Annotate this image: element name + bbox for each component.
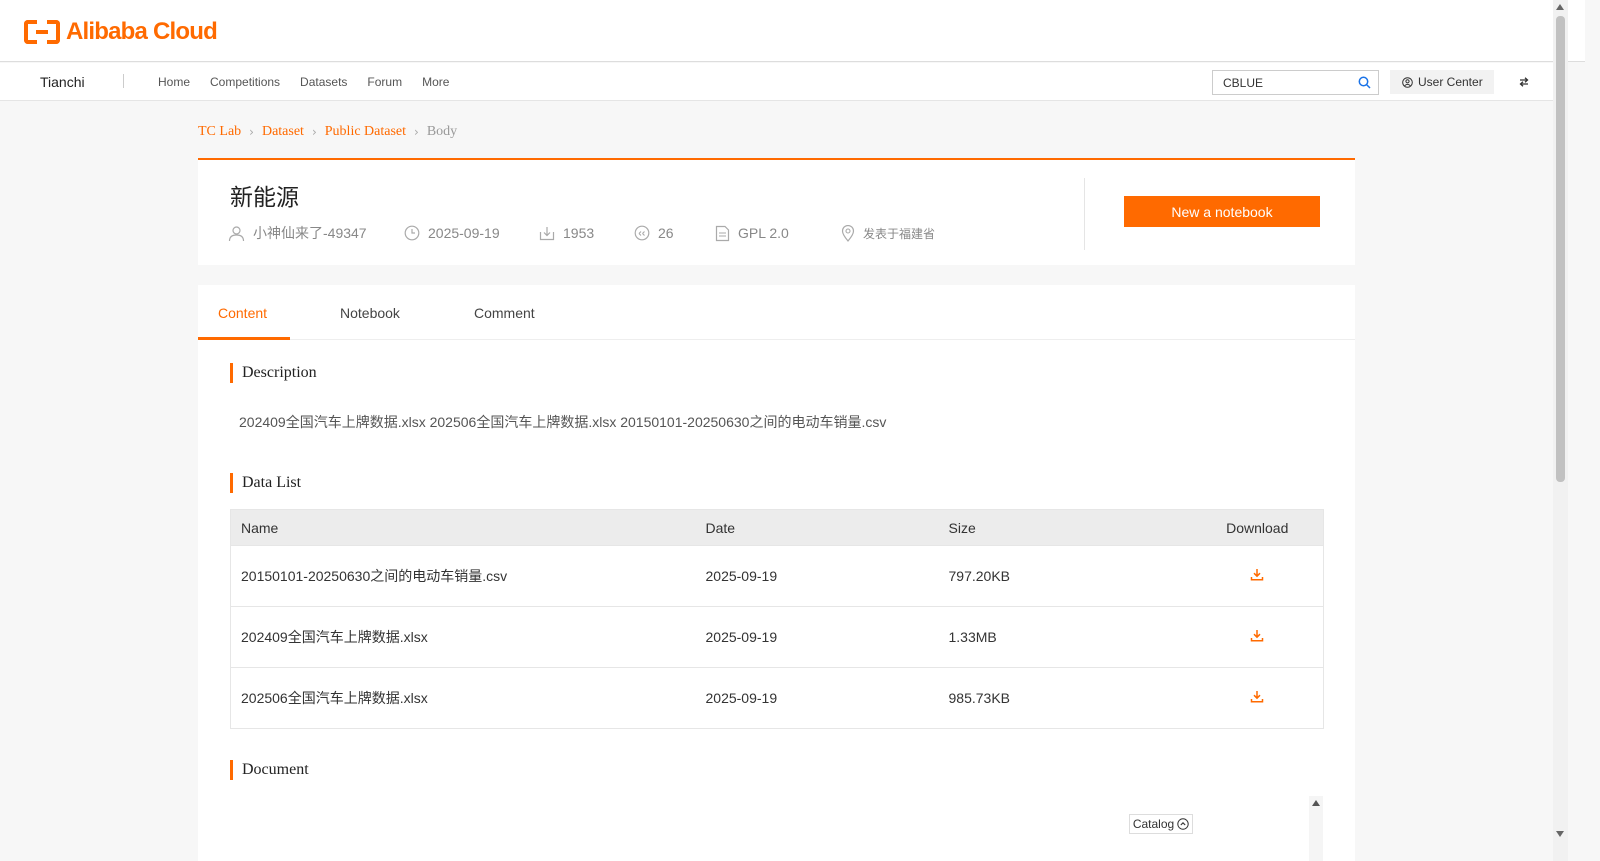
table-header-row: Name Date Size Download — [230, 509, 1324, 546]
download-cell — [1191, 606, 1324, 668]
chevron-right-icon: › — [311, 125, 317, 139]
new-notebook-button[interactable]: New a notebook — [1124, 196, 1320, 227]
column-header-size: Size — [948, 509, 1192, 546]
meta-author: 小神仙来了-49347 — [228, 223, 404, 243]
location-text: 发表于福建省 — [863, 226, 936, 241]
license-name[interactable]: GPL 2.0 — [738, 225, 789, 241]
meta-license: GPL 2.0 — [715, 225, 841, 242]
download-count: 1953 — [563, 225, 595, 241]
meta-date: 2025-09-19 — [404, 225, 539, 241]
file-name: 202506全国汽车上牌数据.xlsx — [230, 667, 706, 729]
scroll-up-arrow[interactable] — [1312, 800, 1320, 806]
column-header-date: Date — [705, 509, 949, 546]
scroll-up-arrow[interactable] — [1556, 4, 1564, 10]
meta-downloads: 1953 — [539, 225, 634, 241]
nav-divider — [123, 74, 124, 88]
breadcrumb-current: Body — [426, 124, 458, 139]
table-row: 202506全国汽车上牌数据.xlsx 2025-09-19 985.73KB — [230, 667, 1324, 729]
alibaba-cloud-logo[interactable]: Alibaba Cloud — [24, 18, 218, 46]
switch-icon[interactable] — [1518, 76, 1530, 88]
tab-notebook[interactable]: Notebook — [340, 305, 400, 321]
tab-comment[interactable]: Comment — [474, 305, 535, 321]
author-name[interactable]: 小神仙来了-49347 — [253, 223, 367, 243]
download-cell — [1191, 667, 1324, 729]
scroll-down-arrow[interactable] — [1556, 831, 1564, 837]
catalog-button[interactable]: Catalog — [1129, 814, 1193, 834]
dataset-meta: 小神仙来了-49347 2025-09-19 1953 26 GPL 2.0 发… — [228, 223, 935, 243]
content-card: Content Notebook Comment Description 202… — [198, 285, 1355, 861]
data-list-heading: Data List — [230, 473, 301, 493]
nav-link-forum[interactable]: Forum — [367, 75, 402, 89]
download-icon[interactable] — [1250, 568, 1264, 581]
nav-brand-tianchi[interactable]: Tianchi — [40, 74, 85, 90]
user-icon — [228, 225, 245, 241]
description-text: 202409全国汽车上牌数据.xlsx 202506全国汽车上牌数据.xlsx … — [239, 414, 887, 430]
breadcrumb-dataset[interactable]: Dataset — [262, 124, 304, 140]
data-list-table: Name Date Size Download 20150101-2025063… — [230, 509, 1324, 729]
chevron-right-icon: › — [414, 125, 419, 139]
meta-location: 发表于福建省 — [841, 224, 936, 242]
nav-link-datasets[interactable]: Datasets — [300, 75, 347, 89]
main-nav: Tianchi Home Competitions Datasets Forum… — [0, 63, 1553, 101]
search-box — [1212, 70, 1379, 95]
file-size: 1.33MB — [948, 606, 1192, 668]
top-header: Alibaba Cloud — [0, 0, 1585, 62]
catalog-label: Catalog — [1132, 817, 1175, 831]
clock-icon — [404, 225, 420, 241]
alibaba-logo-icon — [24, 20, 60, 44]
dataset-title: 新能源 — [230, 184, 299, 210]
download-icon[interactable] — [1250, 629, 1264, 642]
meta-citations: 26 — [634, 225, 715, 241]
scrollbar-thumb[interactable] — [1556, 16, 1565, 482]
citation-count: 26 — [658, 225, 674, 241]
search-icon[interactable] — [1358, 76, 1371, 89]
column-header-name: Name — [230, 509, 706, 546]
download-count-icon — [539, 227, 555, 241]
file-name: 202409全国汽车上牌数据.xlsx — [230, 606, 706, 668]
file-size: 985.73KB — [948, 667, 1192, 729]
breadcrumb: TC Lab › Dataset › Public Dataset › Body — [198, 124, 457, 140]
file-date: 2025-09-19 — [705, 667, 949, 729]
download-cell — [1191, 545, 1324, 607]
page-scrollbar[interactable] — [1553, 0, 1568, 861]
location-icon — [841, 224, 855, 242]
logo-text: Alibaba Cloud — [66, 18, 218, 45]
download-icon[interactable] — [1250, 690, 1264, 703]
breadcrumb-public-dataset[interactable]: Public Dataset — [325, 124, 406, 140]
table-row: 20150101-20250630之间的电动车销量.csv 2025-09-19… — [230, 545, 1324, 607]
nav-link-home[interactable]: Home — [158, 75, 190, 89]
file-date: 2025-09-19 — [705, 606, 949, 668]
document-scrollbar[interactable] — [1309, 796, 1323, 861]
description-heading: Description — [230, 363, 317, 383]
header-divider — [1084, 178, 1085, 250]
publish-date: 2025-09-19 — [428, 225, 500, 241]
user-center-button[interactable]: User Center — [1390, 70, 1494, 94]
cite-icon — [634, 225, 650, 241]
document-heading: Document — [230, 760, 309, 780]
chevron-right-icon: › — [249, 125, 254, 139]
nav-link-competitions[interactable]: Competitions — [210, 75, 280, 89]
content-tabs: Content Notebook Comment — [198, 285, 1355, 340]
nav-links: Home Competitions Datasets Forum More — [158, 75, 469, 89]
active-tab-indicator — [198, 337, 290, 340]
nav-link-more[interactable]: More — [422, 75, 449, 89]
breadcrumb-tc-lab[interactable]: TC Lab — [198, 124, 241, 140]
chevron-up-circle-icon — [1177, 818, 1189, 830]
file-size: 797.20KB — [948, 545, 1192, 607]
dataset-header-card: 新能源 小神仙来了-49347 2025-09-19 1953 26 GPL 2… — [198, 158, 1355, 265]
search-input[interactable] — [1213, 71, 1353, 94]
table-row: 202409全国汽车上牌数据.xlsx 2025-09-19 1.33MB — [230, 606, 1324, 668]
column-header-download: Download — [1191, 509, 1324, 546]
tab-content[interactable]: Content — [218, 305, 267, 321]
document-icon — [715, 225, 730, 241]
file-date: 2025-09-19 — [705, 545, 949, 607]
file-name: 20150101-20250630之间的电动车销量.csv — [230, 545, 706, 607]
user-circle-icon — [1402, 76, 1413, 88]
user-center-label: User Center — [1418, 75, 1483, 89]
